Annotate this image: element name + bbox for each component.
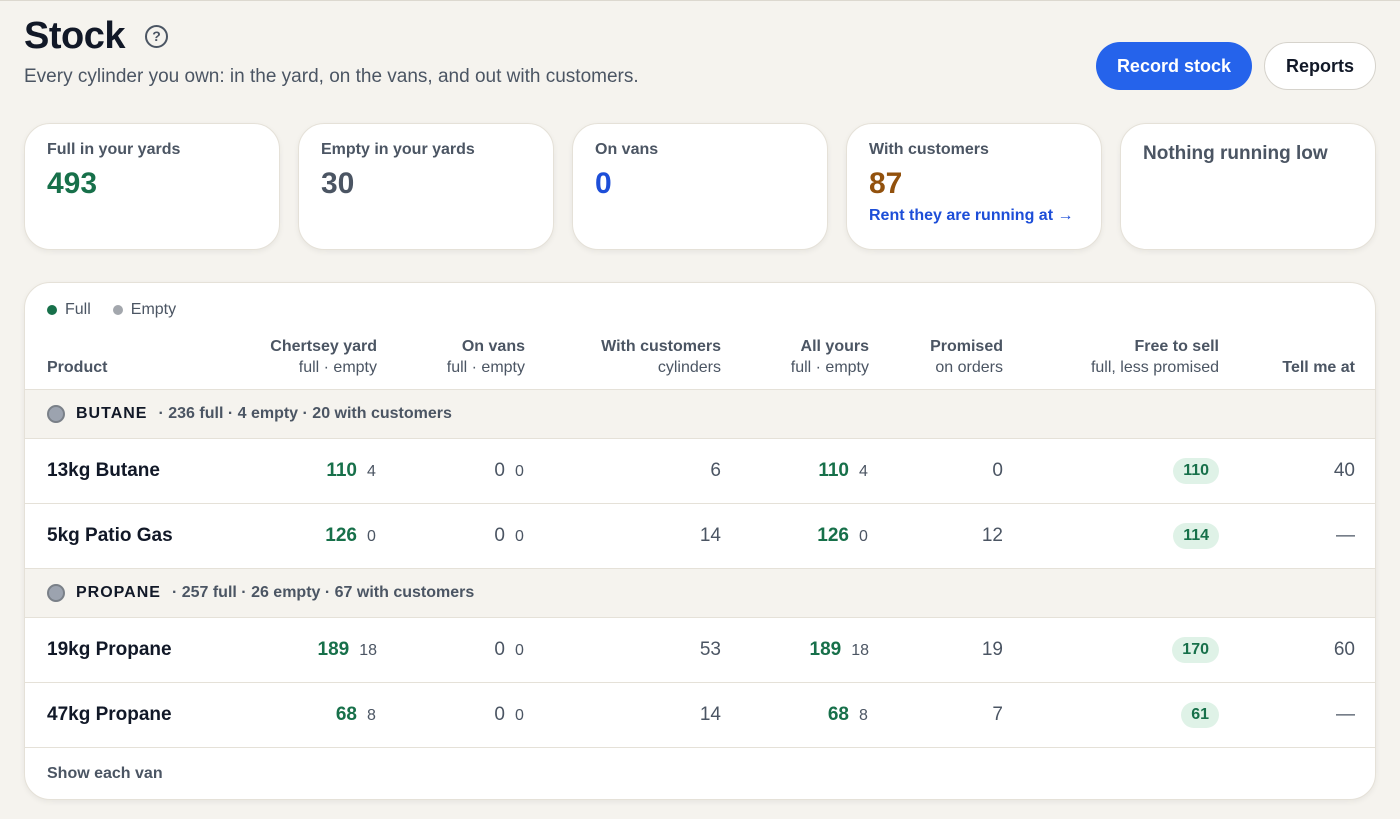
yard-cell: 126 0 — [225, 503, 377, 569]
promised-cell: 19 — [869, 617, 1003, 683]
customers-cell: 14 — [525, 682, 721, 748]
vans-cell: 00 — [377, 438, 525, 504]
stat-label: On vans — [595, 141, 659, 158]
group-row-propane: PROPANE · 257 full · 26 empty · 67 with … — [25, 568, 1375, 618]
column-header-yard: Chertsey yard full · empty — [225, 333, 377, 390]
promised-cell: 7 — [869, 682, 1003, 748]
column-header-tell: Tell me at — [1219, 333, 1375, 390]
free-cell: 61 — [1003, 682, 1219, 748]
promised-cell: 12 — [869, 503, 1003, 569]
all-cell: 126 0 — [721, 503, 869, 569]
tell-me-at-cell[interactable]: — — [1219, 682, 1375, 748]
yard-cell: 189 18 — [225, 617, 377, 683]
stat-value: 87 — [869, 167, 903, 200]
header-actions: Record stock Reports — [1095, 42, 1376, 90]
stat-card-full: Full in your yards 493 — [24, 123, 280, 250]
empty-dot-icon — [112, 305, 123, 315]
free-cell: 114 — [1003, 503, 1219, 569]
stat-card-vans: On vans 0 — [572, 123, 828, 250]
table-row[interactable]: 5kg Patio Gas 126 0 00 14 126 0 12 114 — — [25, 503, 1375, 569]
stock-table: Product Chertsey yard full · empty On van… — [25, 333, 1375, 748]
yard-cell: 110 4 — [225, 438, 377, 504]
show-each-van-link[interactable]: Show each van — [47, 765, 163, 783]
stat-label: Empty in your yards — [321, 141, 475, 158]
legend-item-empty: Empty — [112, 301, 177, 319]
stat-card-empty: Empty in your yards 30 — [298, 123, 554, 250]
vans-cell: 00 — [377, 617, 525, 683]
column-header-product: Product — [25, 333, 225, 390]
free-cell: 110 — [1003, 438, 1219, 504]
reports-button[interactable]: Reports — [1263, 42, 1376, 90]
column-header-promised: Promised on orders — [869, 333, 1003, 390]
column-header-customers: With customers cylinders — [525, 333, 721, 390]
gas-type-dot-icon — [47, 583, 65, 602]
gas-type-dot-icon — [47, 404, 65, 423]
free-to-sell-badge: 114 — [1173, 522, 1219, 549]
stat-card-low: Nothing running low — [1120, 123, 1376, 250]
customers-cell: 14 — [525, 503, 721, 569]
group-name: BUTANE — [76, 404, 148, 422]
all-cell: 110 4 — [721, 438, 869, 504]
top-border — [0, 0, 1400, 1]
yard-cell: 68 8 — [225, 682, 377, 748]
question-circle-icon[interactable]: ? — [144, 24, 168, 48]
group-summary: · 257 full · 26 empty · 67 with customer… — [171, 583, 475, 601]
tell-me-at-cell[interactable]: 60 — [1219, 617, 1375, 683]
stat-label: Full in your yards — [47, 141, 181, 158]
group-summary: · 236 full · 4 empty · 20 with customers — [158, 404, 452, 422]
product-name: 19kg Propane — [25, 617, 225, 683]
tell-me-at-cell[interactable]: 40 — [1219, 438, 1375, 504]
free-cell: 170 — [1003, 617, 1219, 683]
page-title: Stock — [24, 15, 125, 57]
page-header: Stock ? Every cylinder you own: in the y… — [24, 14, 1376, 104]
group-name: PROPANE — [76, 583, 161, 601]
stat-card-customers: With customers 87 Rent they are running … — [846, 123, 1102, 250]
table-row[interactable]: 13kg Butane 110 4 00 6 110 4 0 110 40 — [25, 438, 1375, 504]
legend-label: Empty — [130, 301, 177, 318]
customers-cell: 6 — [525, 438, 721, 504]
record-stock-button[interactable]: Record stock — [1095, 42, 1252, 90]
running-low-note: Nothing running low — [1143, 143, 1328, 164]
stat-value: 30 — [321, 167, 355, 200]
column-header-vans: On vans full · empty — [377, 333, 525, 390]
vans-cell: 00 — [377, 682, 525, 748]
table-header-row: Product Chertsey yard full · empty On van… — [25, 333, 1375, 390]
all-cell: 189 18 — [721, 617, 869, 683]
customers-cell: 53 — [525, 617, 721, 683]
stat-cards: Full in your yards 493 Empty in your yar… — [24, 123, 1376, 250]
rent-running-link[interactable]: Rent they are running at → — [869, 207, 1079, 225]
table-row[interactable]: 47kg Propane 68 8 00 14 68 8 7 61 — — [25, 682, 1375, 748]
stat-label: With customers — [869, 141, 989, 158]
product-name: 13kg Butane — [25, 438, 225, 504]
free-to-sell-badge: 110 — [1173, 457, 1219, 484]
promised-cell: 0 — [869, 438, 1003, 504]
free-to-sell-badge: 61 — [1181, 701, 1219, 728]
stock-table-panel: Full Empty Product Chertsey yard full · e… — [24, 282, 1376, 800]
full-dot-icon — [47, 305, 57, 315]
legend-item-full: Full — [47, 301, 91, 319]
column-header-all: All yours full · empty — [721, 333, 869, 390]
all-cell: 68 8 — [721, 682, 869, 748]
stat-value: 0 — [595, 167, 612, 200]
group-row-butane: BUTANE · 236 full · 4 empty · 20 with cu… — [25, 389, 1375, 439]
product-name: 47kg Propane — [25, 682, 225, 748]
vans-cell: 00 — [377, 503, 525, 569]
column-header-free: Free to sell full, less promised — [1003, 333, 1219, 390]
legend: Full Empty — [47, 301, 198, 319]
stat-value: 493 — [47, 167, 98, 200]
legend-label: Full — [65, 301, 91, 318]
free-to-sell-badge: 170 — [1172, 636, 1219, 663]
table-row[interactable]: 19kg Propane 189 18 00 53 189 18 19 170 60 — [25, 617, 1375, 683]
tell-me-at-cell[interactable]: — — [1219, 503, 1375, 569]
product-name: 5kg Patio Gas — [25, 503, 225, 569]
